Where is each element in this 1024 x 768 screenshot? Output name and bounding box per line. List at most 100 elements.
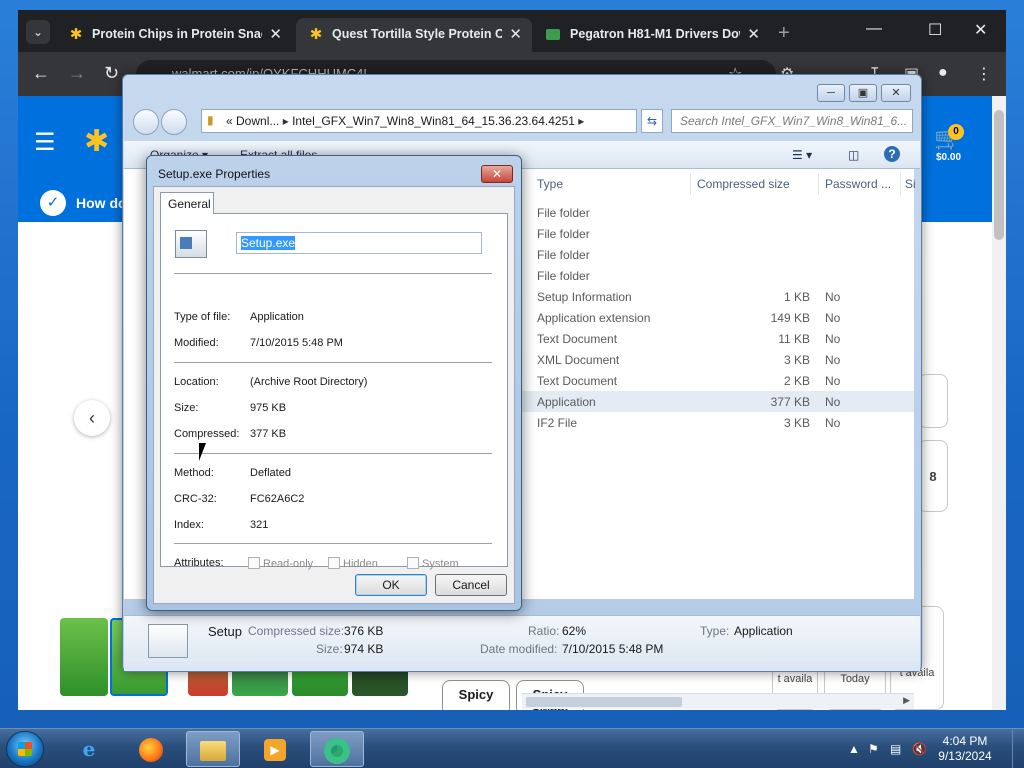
walmart-logo-icon[interactable]: ✱ xyxy=(84,124,109,159)
close-window-icon[interactable]: ✕ xyxy=(974,20,987,40)
start-button[interactable] xyxy=(6,731,44,767)
ok-button[interactable]: OK xyxy=(355,574,427,596)
view-options-icon[interactable]: ☰ ▾ xyxy=(792,148,812,162)
tab-general[interactable]: General xyxy=(160,192,214,214)
file-explorer-icon[interactable] xyxy=(186,731,240,767)
volume-muted-icon[interactable]: 🔇 xyxy=(912,742,927,756)
carousel-prev-button[interactable]: ‹ xyxy=(74,400,110,436)
checkbox-label: Hidden xyxy=(343,558,378,570)
internet-explorer-icon[interactable]: e xyxy=(62,731,116,767)
file-password: No xyxy=(825,395,841,409)
preview-pane-icon[interactable]: ◫ xyxy=(848,148,859,162)
close-icon[interactable]: ✕ xyxy=(481,165,513,183)
close-tab-icon[interactable]: ✕ xyxy=(269,25,282,43)
file-row[interactable]: Application 377 KB No xyxy=(522,391,914,412)
new-tab-button[interactable]: + xyxy=(778,22,790,45)
media-player-icon[interactable]: ▶ xyxy=(248,731,302,767)
scrollbar-thumb[interactable] xyxy=(994,110,1004,240)
search-input[interactable]: Search Intel_GFX_Win7_Win8_Win81_6... xyxy=(671,109,913,133)
minimize-icon[interactable]: — xyxy=(866,20,882,38)
product-thumbnail[interactable] xyxy=(60,618,108,696)
tab-quest-tortilla[interactable]: ✱ Quest Tortilla Style Protein Chips ✕ xyxy=(296,18,532,52)
reload-icon[interactable]: ↻ xyxy=(104,63,119,84)
column-header-compressed-size[interactable]: Compressed size xyxy=(697,177,790,191)
file-password: No xyxy=(825,374,841,388)
help-icon[interactable]: ? xyxy=(884,146,900,162)
readonly-checkbox[interactable]: Read-only xyxy=(248,557,313,570)
scroll-right-icon[interactable]: ▶ xyxy=(903,695,910,706)
file-compressed-size: 3 KB xyxy=(783,353,810,367)
show-desktop-button[interactable] xyxy=(1012,729,1024,768)
file-row[interactable]: XML Document 3 KB No xyxy=(522,349,914,370)
file-password: No xyxy=(825,416,841,430)
chrome-icon[interactable] xyxy=(310,731,364,767)
column-divider[interactable] xyxy=(900,173,901,195)
file-row[interactable]: IF2 File 3 KB No xyxy=(522,412,914,433)
column-header-type[interactable]: Type xyxy=(537,177,563,191)
system-checkbox[interactable]: System xyxy=(407,557,459,570)
maximize-icon[interactable]: ▣ xyxy=(849,84,877,102)
checkbox-icon xyxy=(328,557,340,569)
file-row[interactable]: Setup Information 1 KB No xyxy=(522,286,914,307)
file-row[interactable]: File folder xyxy=(522,244,914,265)
tab-title: Pegatron H81-M1 Drivers Download xyxy=(570,27,740,41)
column-header-password[interactable]: Password ... xyxy=(825,177,891,191)
tray-expand-icon[interactable]: ▲ xyxy=(848,742,860,756)
refresh-icon[interactable]: ⇆ xyxy=(641,109,663,133)
close-tab-icon[interactable]: ✕ xyxy=(747,25,760,43)
hidden-checkbox[interactable]: Hidden xyxy=(328,557,378,570)
menu-kebab-icon[interactable]: ⋮ xyxy=(976,64,992,84)
cart-count-badge: 0 xyxy=(948,124,964,140)
file-compressed-size: 377 KB xyxy=(770,395,810,409)
file-row[interactable]: File folder xyxy=(522,202,914,223)
checkbox-icon xyxy=(407,557,419,569)
back-icon[interactable]: ← xyxy=(32,63,50,84)
forward-icon[interactable]: → xyxy=(68,63,86,84)
walmart-spark-icon: ✱ xyxy=(309,26,323,43)
clock-time: 4:04 PM xyxy=(942,734,988,748)
file-row[interactable]: File folder xyxy=(522,265,914,286)
system-clock[interactable]: 4:04 PM 9/13/2024 xyxy=(930,734,1000,764)
action-center-flag-icon[interactable]: ⚑ xyxy=(868,742,879,756)
button-label: OK xyxy=(382,578,400,592)
file-row[interactable]: File folder xyxy=(522,223,914,244)
cancel-button[interactable]: Cancel xyxy=(435,574,507,596)
field-value: 377 KB xyxy=(250,428,287,440)
page-scrollbar[interactable] xyxy=(992,96,1006,710)
field-value: 321 xyxy=(250,519,269,531)
field-label: Index: xyxy=(174,519,204,531)
flavor-option-spicy[interactable]: Spicy xyxy=(442,680,510,710)
close-icon[interactable]: ✕ xyxy=(881,84,911,102)
back-icon[interactable] xyxy=(133,109,159,135)
scrollbar-thumb[interactable] xyxy=(526,697,682,707)
column-divider[interactable] xyxy=(818,173,819,195)
general-panel xyxy=(160,213,508,567)
forward-icon[interactable] xyxy=(161,109,187,135)
minimize-icon[interactable]: ─ xyxy=(817,84,845,102)
file-row[interactable]: Application extension 149 KB No xyxy=(522,307,914,328)
tab-title: Quest Tortilla Style Protein Chips xyxy=(332,27,502,41)
column-divider[interactable] xyxy=(690,173,691,195)
price-card[interactable]: 8 xyxy=(918,440,948,512)
filename-field[interactable]: Setup.exe xyxy=(236,232,482,254)
profile-icon[interactable]: ● xyxy=(938,64,948,82)
tab-search-button[interactable]: ⌄ xyxy=(26,20,50,44)
file-row[interactable]: Text Document 2 KB No xyxy=(522,370,914,391)
file-row[interactable]: Text Document 11 KB No xyxy=(522,328,914,349)
option-card[interactable] xyxy=(918,374,948,428)
detail-label: Compressed size: xyxy=(248,624,345,638)
file-type: Text Document xyxy=(537,332,618,346)
address-bar[interactable]: ▮ « Downl... ▸ Intel_GFX_Win7_Win8_Win81… xyxy=(201,109,637,133)
network-icon[interactable]: ▤ xyxy=(890,742,901,756)
checkbox-icon xyxy=(248,557,260,569)
hamburger-menu-icon[interactable]: ☰ xyxy=(34,128,56,157)
firefox-icon[interactable] xyxy=(124,731,178,767)
detail-file-name: Setup xyxy=(208,624,242,639)
close-tab-icon[interactable]: ✕ xyxy=(509,25,522,43)
breadcrumb-folder[interactable]: Intel_GFX_Win7_Win8_Win81_64_15.36.23.64… xyxy=(292,114,575,128)
horizontal-scrollbar[interactable]: ▶ xyxy=(522,693,914,709)
tab-pegatron-drivers[interactable]: Pegatron H81-M1 Drivers Download ✕ xyxy=(534,18,770,52)
maximize-icon[interactable]: ☐ xyxy=(928,20,942,40)
tab-protein-chips[interactable]: ✱ Protein Chips in Protein Snacks ✕ xyxy=(56,18,292,52)
column-header-size[interactable]: Si xyxy=(905,177,916,191)
